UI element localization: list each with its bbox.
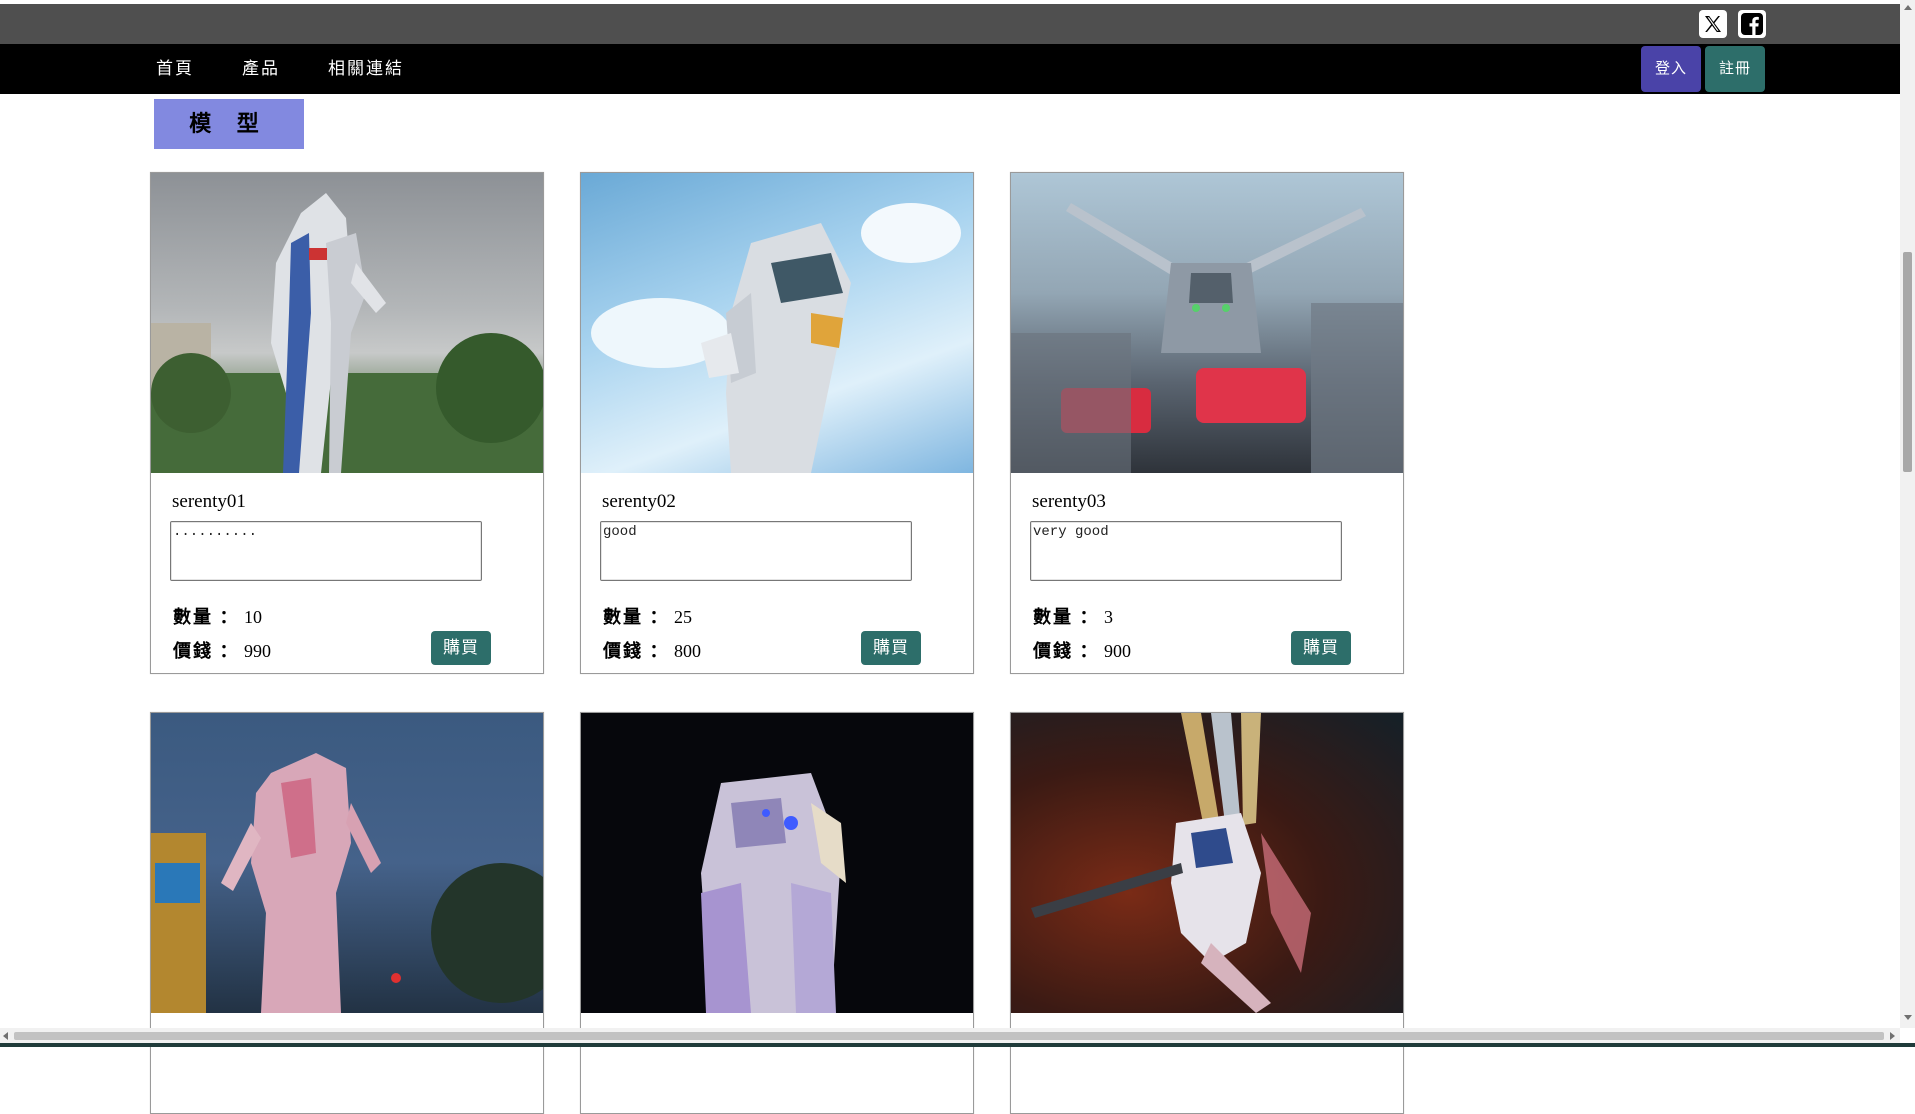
buy-button[interactable]: 購買 <box>861 631 921 665</box>
product-image <box>1011 173 1403 473</box>
price-label: 價錢 ： <box>173 641 240 661</box>
login-button[interactable]: 登入 <box>1641 46 1701 92</box>
product-card: serenty03 very good 數量 ： 3 價錢 ： 900 購買 <box>1010 172 1404 674</box>
price-label: 價錢 ： <box>603 641 670 661</box>
product-image <box>581 173 973 473</box>
comment-field[interactable]: very good <box>1030 521 1342 581</box>
scroll-right-icon[interactable] <box>1890 1032 1895 1040</box>
vertical-scrollbar[interactable] <box>1900 0 1915 1028</box>
taskbar-strip <box>0 1043 1915 1047</box>
vertical-scroll-thumb[interactable] <box>1903 252 1912 472</box>
product-card <box>580 712 974 1114</box>
price-row: 價錢 ： 990 <box>173 637 271 663</box>
comment-field[interactable]: .......... <box>170 521 482 581</box>
facebook-icon[interactable] <box>1738 10 1766 38</box>
quantity-label: 數量 ： <box>603 607 670 627</box>
x-icon[interactable] <box>1699 10 1727 38</box>
register-button[interactable]: 註冊 <box>1705 46 1765 92</box>
product-name: serenty02 <box>602 491 676 512</box>
quantity-row: 數量 ： 25 <box>603 603 692 629</box>
scroll-left-icon[interactable] <box>3 1032 8 1040</box>
buy-button[interactable]: 購買 <box>431 631 491 665</box>
product-image <box>151 713 543 1013</box>
price-row: 價錢 ： 800 <box>603 637 701 663</box>
horizontal-scrollbar[interactable] <box>0 1028 1900 1043</box>
section-title: 模 型 <box>154 99 304 149</box>
price-value: 800 <box>674 641 701 661</box>
quantity-value: 25 <box>674 607 692 627</box>
comment-field[interactable]: good <box>600 521 912 581</box>
quantity-row: 數量 ： 3 <box>1033 603 1113 629</box>
quantity-row: 數量 ： 10 <box>173 603 262 629</box>
price-value: 990 <box>244 641 271 661</box>
quantity-value: 3 <box>1104 607 1113 627</box>
quantity-value: 10 <box>244 607 262 627</box>
nav-products-link[interactable]: 產品 <box>242 44 280 94</box>
scroll-down-icon[interactable] <box>1904 1015 1912 1020</box>
product-image <box>151 173 543 473</box>
buy-button[interactable]: 購買 <box>1291 631 1351 665</box>
product-card: serenty01 .......... 數量 ： 10 價錢 ： 990 購買 <box>150 172 544 674</box>
nav-home-link[interactable]: 首頁 <box>156 44 194 94</box>
product-name: serenty01 <box>172 491 246 512</box>
quantity-label: 數量 ： <box>1033 607 1100 627</box>
product-name: serenty03 <box>1032 491 1106 512</box>
nav-related-links-link[interactable]: 相關連結 <box>328 44 404 94</box>
main-nav: 首頁 產品 相關連結 登入 註冊 <box>0 44 1900 94</box>
price-label: 價錢 ： <box>1033 641 1100 661</box>
price-row: 價錢 ： 900 <box>1033 637 1131 663</box>
product-card: serenty02 good 數量 ： 25 價錢 ： 800 購買 <box>580 172 974 674</box>
product-image <box>581 713 973 1013</box>
quantity-label: 數量 ： <box>173 607 240 627</box>
scroll-up-icon[interactable] <box>1904 5 1912 10</box>
horizontal-scroll-thumb[interactable] <box>14 1032 1884 1040</box>
product-image <box>1011 713 1403 1013</box>
product-card <box>1010 712 1404 1114</box>
price-value: 900 <box>1104 641 1131 661</box>
social-bar <box>0 4 1900 44</box>
product-card <box>150 712 544 1114</box>
